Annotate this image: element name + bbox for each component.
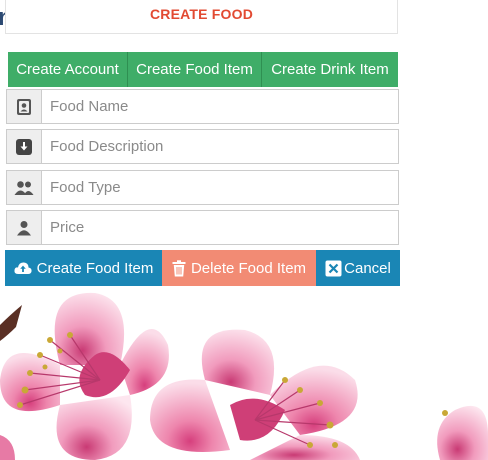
delete-food-item-button[interactable]: Delete Food Item (162, 250, 316, 286)
tab-create-food-item[interactable]: Create Food Item (128, 52, 262, 87)
nav-tabs: Create Account Create Food Item Create D… (8, 52, 398, 87)
price-group (6, 210, 399, 245)
create-food-item-label: Create Food Item (36, 259, 154, 277)
cherry-blossom-illustration (0, 292, 488, 460)
users-icon (6, 170, 41, 205)
food-type-input[interactable] (41, 170, 399, 205)
page: n CREATE FOOD Create Account Create Food… (0, 0, 488, 460)
food-name-input[interactable] (41, 89, 399, 124)
user-icon (6, 210, 41, 245)
price-input[interactable] (41, 210, 399, 245)
delete-food-item-label: Delete Food Item (190, 259, 307, 277)
id-card-icon (6, 89, 41, 124)
tab-create-account[interactable]: Create Account (8, 52, 128, 87)
action-bar: Create Food Item Delete Food Item Cancel (5, 250, 400, 286)
cancel-button[interactable]: Cancel (316, 250, 400, 286)
close-box-icon (325, 260, 342, 277)
header-panel: CREATE FOOD (5, 0, 398, 34)
food-type-group (6, 170, 399, 205)
tab-create-drink-item[interactable]: Create Drink Item (262, 52, 398, 87)
food-name-group (6, 89, 399, 124)
food-description-group (6, 129, 399, 164)
create-food-item-button[interactable]: Create Food Item (5, 250, 162, 286)
page-title: CREATE FOOD (149, 6, 254, 22)
download-box-icon (6, 129, 41, 164)
cancel-label: Cancel (344, 259, 391, 277)
cloud-upload-icon (14, 261, 32, 275)
trash-icon (172, 259, 186, 277)
food-description-input[interactable] (41, 129, 399, 164)
